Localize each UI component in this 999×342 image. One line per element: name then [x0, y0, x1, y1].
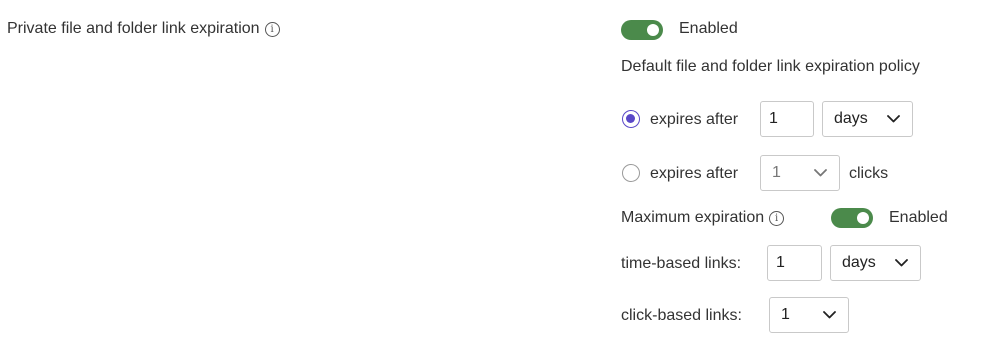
time-expiry-value-input[interactable]: 1 — [760, 101, 814, 137]
chevron-down-icon — [895, 246, 908, 280]
click-based-links-value: 1 — [781, 306, 790, 323]
time-based-links-label: time-based links: — [621, 255, 742, 272]
toggle-knob — [647, 24, 659, 36]
chevron-down-icon — [887, 102, 900, 136]
link-expiration-toggle[interactable] — [621, 20, 663, 40]
click-expiry-count-value: 1 — [772, 164, 781, 181]
chevron-down-icon — [823, 298, 836, 332]
time-expiry-unit-select[interactable]: days — [822, 101, 913, 137]
click-expiry-label: expires after — [650, 165, 739, 182]
maximum-expiration-label: Maximum expiration — [621, 209, 765, 226]
time-based-links-unit-select[interactable]: days — [830, 245, 921, 281]
toggle-knob — [857, 212, 869, 224]
setting-title-row: Private file and folder link expiration i — [7, 19, 280, 39]
maximum-expiration-toggle[interactable] — [831, 208, 873, 228]
time-expiry-unit-value: days — [834, 110, 868, 127]
link-expiration-settings: Private file and folder link expiration i… — [0, 0, 999, 342]
setting-title: Private file and folder link expiration — [7, 20, 260, 37]
default-policy-heading: Default file and folder link expiration … — [621, 58, 920, 75]
click-expiry-radio[interactable] — [622, 164, 640, 182]
chevron-down-icon — [814, 156, 827, 190]
maximum-expiration-toggle-state: Enabled — [889, 209, 948, 226]
link-expiration-toggle-state: Enabled — [679, 20, 738, 37]
click-expiry-suffix: clicks — [849, 165, 889, 182]
time-based-links-input[interactable]: 1 — [767, 245, 822, 281]
click-expiry-count-select[interactable]: 1 — [760, 155, 840, 191]
time-based-links-unit-value: days — [842, 254, 876, 271]
time-expiry-radio[interactable] — [622, 110, 640, 128]
click-based-links-select[interactable]: 1 — [769, 297, 849, 333]
time-expiry-label: expires after — [650, 111, 739, 128]
maximum-expiration-row: Maximum expiration i — [621, 208, 785, 228]
info-icon[interactable]: i — [769, 211, 785, 226]
click-based-links-label: click-based links: — [621, 307, 742, 324]
info-icon[interactable]: i — [264, 22, 280, 37]
